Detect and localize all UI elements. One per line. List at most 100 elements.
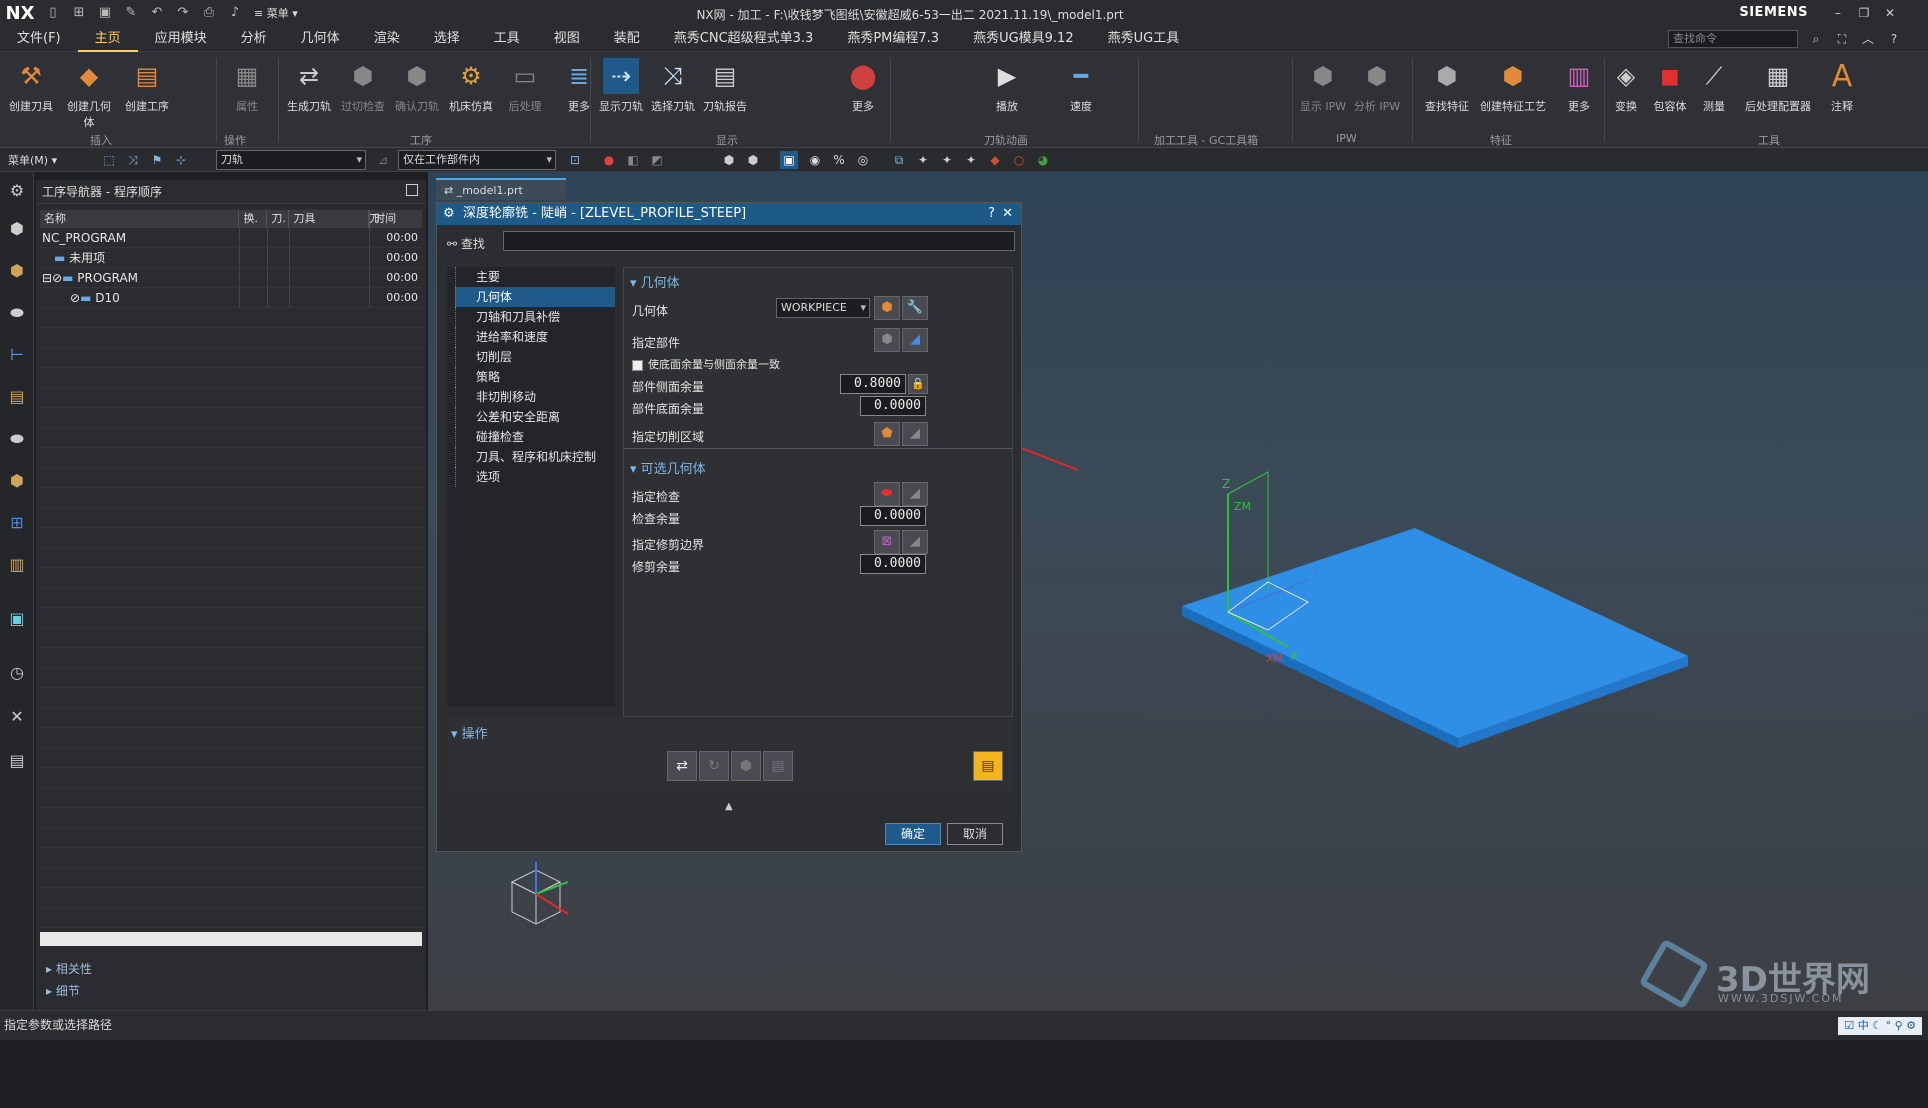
lock-icon[interactable]: 🔒 [908, 374, 928, 394]
view-triad[interactable] [510, 862, 569, 925]
menu-yx-pm[interactable]: 燕秀PM编程7.3 [830, 26, 956, 52]
section-details[interactable]: ▸ 细节 [46, 982, 80, 999]
expand-icon[interactable]: ⊟ [42, 271, 52, 285]
tree-item-main[interactable]: 主要 [455, 267, 615, 287]
tree-item-tool-axis[interactable]: 刀轴和刀具补偿 [455, 307, 615, 327]
properties-button[interactable]: ▦ 属性 [220, 58, 274, 114]
snap-end-icon[interactable]: ✦ [938, 151, 956, 169]
snap-center-icon[interactable]: ◆ [986, 151, 1004, 169]
settings-icon[interactable]: ⚙ [6, 180, 28, 202]
horizontal-scrollbar[interactable] [40, 932, 422, 946]
column-time[interactable]: 时间 [370, 210, 422, 228]
find-feature-button[interactable]: ⬢ 查找特征 [1420, 58, 1474, 114]
face-icon[interactable]: ◧ [624, 151, 642, 169]
menu-yx-cnc[interactable]: 燕秀CNC超级程式单3.3 [657, 26, 831, 52]
optional-section-header[interactable]: ▾ 可选几何体 [630, 458, 706, 477]
type-filter-select[interactable]: 刀轨 [216, 150, 366, 170]
more-feature-button[interactable]: ▥ 更多 [1552, 58, 1606, 114]
select-path-button[interactable]: ⤨ 选择刀轨 [646, 58, 700, 114]
menu-yx-tools[interactable]: 燕秀UG工具 [1091, 26, 1197, 52]
hd3d-icon[interactable]: ⊞ [6, 512, 28, 534]
same-stock-checkbox[interactable] [632, 360, 643, 371]
generate-icon[interactable]: ⇄ [667, 751, 697, 781]
select-feature-icon[interactable]: ⚑ [148, 151, 166, 169]
verify-icon[interactable]: ⬢ [731, 751, 761, 781]
menu-file[interactable]: 文件(F) [0, 26, 78, 52]
tree-item-geometry[interactable]: 几何体 [455, 287, 615, 307]
restore-icon[interactable]: ❐ [1852, 2, 1876, 24]
quick-menu[interactable]: ≡ 菜单 ▾ [254, 5, 298, 21]
geometry-section-header[interactable]: ▾ 几何体 [630, 272, 680, 291]
geometry-select[interactable]: WORKPIECE [776, 298, 870, 318]
close-icon[interactable]: ✕ [1878, 2, 1902, 24]
part-navigator-icon[interactable]: ⬢ [6, 218, 28, 240]
menu-home[interactable]: 主页 [77, 26, 138, 52]
minimize-icon[interactable]: – [1826, 2, 1850, 24]
transform-button[interactable]: ◈ 变换 [1604, 58, 1648, 114]
visibility-icon[interactable]: ◉ [806, 151, 824, 169]
post-config-button[interactable]: ▦ 后处理配置器 [1742, 58, 1814, 114]
machine-tool-icon[interactable]: ▤ [6, 386, 28, 408]
postprocess-op-icon[interactable]: ▤ [973, 751, 1003, 781]
help-icon[interactable]: ? [988, 203, 995, 225]
tree-item-tolerances[interactable]: 公差和安全距离 [455, 407, 615, 427]
table-row[interactable]: ⊘▬ D10 00:00 [40, 288, 422, 308]
save-icon[interactable]: ▣ [94, 4, 116, 22]
column-name[interactable]: 名称 [40, 210, 240, 228]
menu-analysis[interactable]: 分析 [224, 26, 284, 52]
column-tool[interactable]: 刀具 [289, 210, 370, 228]
select-part-icon[interactable]: ⬢ [874, 328, 900, 352]
trim-stock-input[interactable]: 0.0000 [860, 554, 926, 574]
select-trim-icon[interactable]: ⊠ [874, 530, 900, 554]
snap-icon[interactable]: ⊡ [566, 151, 584, 169]
palette-icon[interactable]: ▣ [6, 608, 28, 630]
close-icon[interactable]: ✕ [1002, 203, 1013, 225]
menu-assembly[interactable]: 装配 [597, 26, 657, 52]
maximize-icon[interactable] [406, 184, 418, 196]
analyze-ipw-button[interactable]: ⬢ 分析 IPW [1350, 58, 1404, 114]
menu-dropdown[interactable]: 菜单(M) ▾ [8, 152, 57, 168]
search-icon[interactable]: ⌕ [1804, 28, 1828, 50]
tree-item-non-cutting[interactable]: 非切削移动 [455, 387, 615, 407]
tree-item-feeds[interactable]: 进给率和速度 [455, 327, 615, 347]
collapse-icon[interactable]: ▲ [725, 801, 733, 812]
percent-icon[interactable]: % [830, 151, 848, 169]
tree-item-options[interactable]: 选项 [455, 467, 615, 487]
edge-icon[interactable]: ◩ [648, 151, 666, 169]
tree-item-cut-levels[interactable]: 切削层 [455, 347, 615, 367]
menu-tools[interactable]: 工具 [477, 26, 537, 52]
layer-icon[interactable]: ⧉ [890, 151, 908, 169]
dialog-title-bar[interactable]: ⚙ 深度轮廓铣 - 陡峭 - [ZLEVEL_PROFILE_STEEP] ? … [437, 203, 1021, 225]
bounding-body-button[interactable]: ◼ 包容体 [1648, 58, 1692, 114]
snap-circle-icon[interactable]: ○ [1010, 151, 1028, 169]
menu-apps[interactable]: 应用模块 [138, 26, 224, 52]
show-ipw-button[interactable]: ⬢ 显示 IPW [1296, 58, 1350, 114]
table-row[interactable]: ▬ 未用项 00:00 [40, 248, 422, 268]
tree-item-machine-control[interactable]: 刀具、程序和机床控制 [455, 447, 615, 467]
mic-icon[interactable]: ♪ [224, 4, 246, 22]
reuse-library-icon[interactable]: ⬢ [6, 470, 28, 492]
view-selected-icon[interactable]: ▣ [780, 151, 798, 169]
tab-model1[interactable]: ⇄ _model1.prt [436, 178, 566, 200]
menu-select[interactable]: 选择 [417, 26, 477, 52]
side-stock-input[interactable]: 0.8000 [840, 374, 906, 394]
undo-icon[interactable]: ↶ [146, 4, 168, 22]
show-path-button[interactable]: ⇢ 显示刀轨 [594, 58, 648, 114]
ime-indicator[interactable]: ☑ 中 ☾ ° ⚲ ⚙ [1838, 1017, 1922, 1035]
find-input[interactable] [503, 231, 1015, 251]
column-change[interactable]: 换. [239, 210, 268, 228]
system-material-icon[interactable]: ✕ [6, 706, 28, 728]
actions-section-header[interactable]: ▾ 操作 [451, 723, 488, 742]
snap-mid-icon[interactable]: ✦ [962, 151, 980, 169]
tree-item-collision[interactable]: 碰撞检查 [455, 427, 615, 447]
menu-view[interactable]: 视图 [537, 26, 597, 52]
generate-path-button[interactable]: ⇄ 生成刀轨 [282, 58, 336, 114]
column-path[interactable]: 刀. [267, 210, 290, 228]
process-studio-icon[interactable]: ▤ [6, 750, 28, 772]
menu-yx-mold[interactable]: 燕秀UG模具9.12 [956, 26, 1091, 52]
new-file-icon[interactable]: ▯ [42, 4, 64, 22]
table-row[interactable]: NC_PROGRAM 00:00 [40, 228, 422, 248]
solid-icon[interactable]: ⬢ [720, 151, 738, 169]
body-icon[interactable]: ⬢ [744, 151, 762, 169]
list-icon[interactable]: ▤ [763, 751, 793, 781]
